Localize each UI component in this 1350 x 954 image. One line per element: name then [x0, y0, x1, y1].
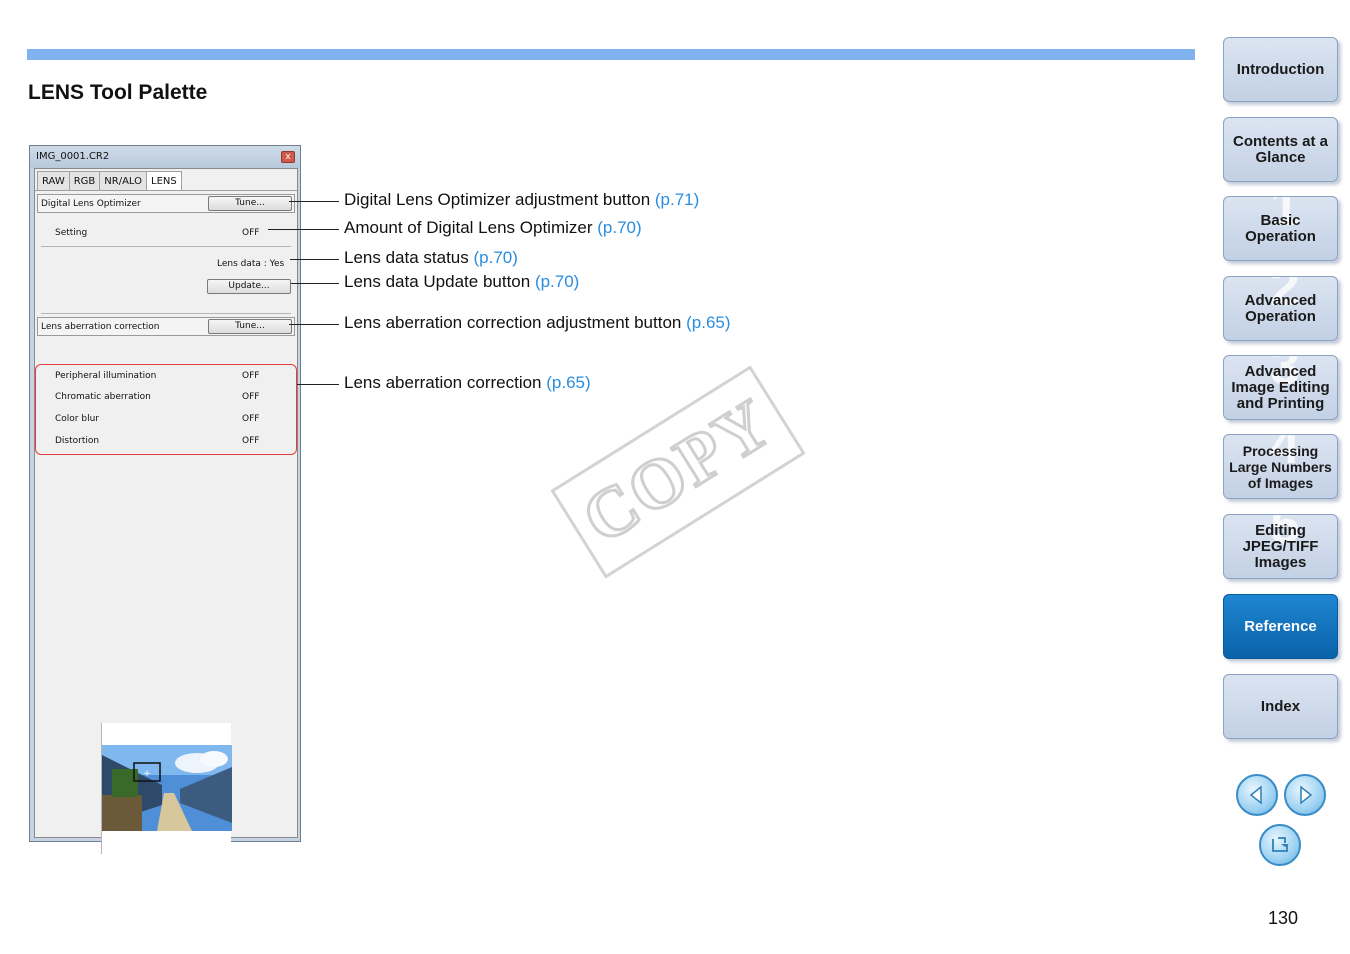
- aberration-row: Lens aberration correction Tune...: [37, 317, 295, 336]
- nav-processing-large-numbers[interactable]: 4 Processing Large Numbers of Images: [1223, 434, 1338, 499]
- lens-data-update-button[interactable]: Update...: [207, 279, 291, 294]
- nav-introduction[interactable]: Introduction: [1223, 37, 1338, 102]
- palette-window-title: IMG_0001.CR2: [36, 151, 110, 162]
- callout-dlo-adjustment: Digital Lens Optimizer adjustment button…: [344, 190, 699, 210]
- callout-leader-line: [289, 324, 339, 325]
- aberration-label: Lens aberration correction: [41, 322, 160, 332]
- page-reference-link[interactable]: (p.70): [535, 272, 579, 291]
- aberration-item-value[interactable]: OFF: [242, 371, 259, 381]
- watermark-text: COPY: [568, 383, 787, 561]
- svg-text:+: +: [143, 769, 151, 779]
- aberration-item-value[interactable]: OFF: [242, 436, 259, 446]
- aberration-item-value[interactable]: OFF: [242, 414, 259, 424]
- callout-leader-line: [297, 384, 339, 385]
- callout-lens-data-update: Lens data Update button (p.70): [344, 272, 579, 292]
- page-reference-link[interactable]: (p.65): [686, 313, 730, 332]
- callout-text: Lens data status: [344, 248, 469, 267]
- aberration-item-label: Chromatic aberration: [55, 392, 151, 402]
- nav-label: Processing Large Numbers of Images: [1229, 442, 1332, 491]
- tab-lens[interactable]: LENS: [146, 171, 182, 191]
- copy-watermark: COPY: [550, 365, 806, 579]
- callout-leader-line: [291, 283, 339, 284]
- prev-page-icon[interactable]: [1236, 774, 1278, 816]
- aberration-tune-button[interactable]: Tune...: [208, 319, 292, 334]
- dlo-label: Digital Lens Optimizer: [41, 199, 141, 209]
- callout-aberration-correction: Lens aberration correction (p.65): [344, 373, 591, 393]
- page-number: 130: [1268, 908, 1299, 928]
- return-icon[interactable]: [1259, 824, 1301, 866]
- nav-advanced-image-editing[interactable]: 3 Advanced Image Editing and Printing: [1223, 355, 1338, 420]
- dlo-row: Digital Lens Optimizer Tune...: [37, 194, 295, 213]
- nav-label: Basic Operation: [1245, 211, 1316, 245]
- nav-label: Reference: [1244, 617, 1317, 635]
- nav-editing-jpeg-tiff[interactable]: 5 Editing JPEG/TIFF Images: [1223, 514, 1338, 579]
- tab-nr-alo[interactable]: NR/ALO: [99, 171, 148, 190]
- aberration-item-label: Distortion: [55, 436, 100, 446]
- callout-lens-data-status: Lens data status (p.70): [344, 248, 518, 268]
- palette-tabs: RAW RGB NR/ALO LENS: [37, 171, 182, 191]
- divider: [41, 313, 291, 314]
- close-icon[interactable]: x: [281, 151, 295, 163]
- callout-text: Lens aberration correction adjustment bu…: [344, 313, 682, 332]
- setting-label: Setting: [55, 228, 88, 238]
- navigator-thumbnail-frame: +: [101, 723, 232, 854]
- callout-leader-line: [289, 201, 339, 202]
- setting-value: OFF: [242, 228, 260, 238]
- callout-text: Digital Lens Optimizer adjustment button: [344, 190, 651, 209]
- divider: [41, 246, 291, 247]
- nav-label: Contents at a Glance: [1232, 132, 1328, 166]
- tab-divider: [35, 190, 297, 191]
- nav-basic-operation[interactable]: 1 Basic Operation: [1223, 196, 1338, 261]
- nav-label: Introduction: [1236, 60, 1325, 78]
- callout-dlo-amount: Amount of Digital Lens Optimizer (p.70): [344, 218, 642, 238]
- nav-label: Advanced Image Editing and Printing: [1231, 362, 1330, 412]
- page-title: LENS Tool Palette: [28, 81, 208, 104]
- palette-body: RAW RGB NR/ALO LENS Digital Lens Optimiz…: [34, 168, 298, 854]
- aberration-item-label: Peripheral illumination: [55, 371, 157, 381]
- header-accent-bar: [27, 49, 1195, 60]
- palette-titlebar: IMG_0001.CR2 x: [30, 146, 300, 168]
- nav-advanced-operation[interactable]: 2 Advanced Operation: [1223, 276, 1338, 341]
- callout-text: Amount of Digital Lens Optimizer: [344, 218, 593, 237]
- lens-tool-palette: IMG_0001.CR2 x RAW RGB NR/ALO LENS Digit…: [29, 145, 301, 854]
- nav-label: Editing JPEG/TIFF Images: [1242, 521, 1319, 571]
- tab-rgb[interactable]: RGB: [68, 171, 101, 190]
- dlo-tune-button[interactable]: Tune...: [208, 196, 292, 211]
- page-reference-link[interactable]: (p.70): [597, 218, 641, 237]
- page-reference-link[interactable]: (p.71): [655, 190, 699, 209]
- page-reference-link[interactable]: (p.70): [474, 248, 518, 267]
- page-reference-link[interactable]: (p.65): [546, 373, 590, 392]
- callout-text: Lens data Update button: [344, 272, 531, 291]
- lens-data-status: Lens data : Yes: [217, 259, 285, 269]
- navigator-thumbnail[interactable]: +: [102, 745, 232, 831]
- callout-leader-line: [268, 229, 339, 230]
- tab-raw[interactable]: RAW: [37, 171, 70, 190]
- nav-contents-at-a-glance[interactable]: Contents at a Glance: [1223, 117, 1338, 182]
- nav-reference[interactable]: Reference: [1223, 594, 1338, 659]
- callout-text: Lens aberration correction: [344, 373, 542, 392]
- aberration-item-value[interactable]: OFF: [242, 392, 259, 402]
- callout-leader-line: [290, 259, 339, 260]
- callout-aberration-adjustment: Lens aberration correction adjustment bu…: [344, 313, 731, 333]
- nav-label: Index: [1260, 697, 1301, 715]
- aberration-item-label: Color blur: [55, 414, 99, 424]
- nav-label: Advanced Operation: [1244, 291, 1317, 325]
- nav-index[interactable]: Index: [1223, 674, 1338, 739]
- next-page-icon[interactable]: [1284, 774, 1326, 816]
